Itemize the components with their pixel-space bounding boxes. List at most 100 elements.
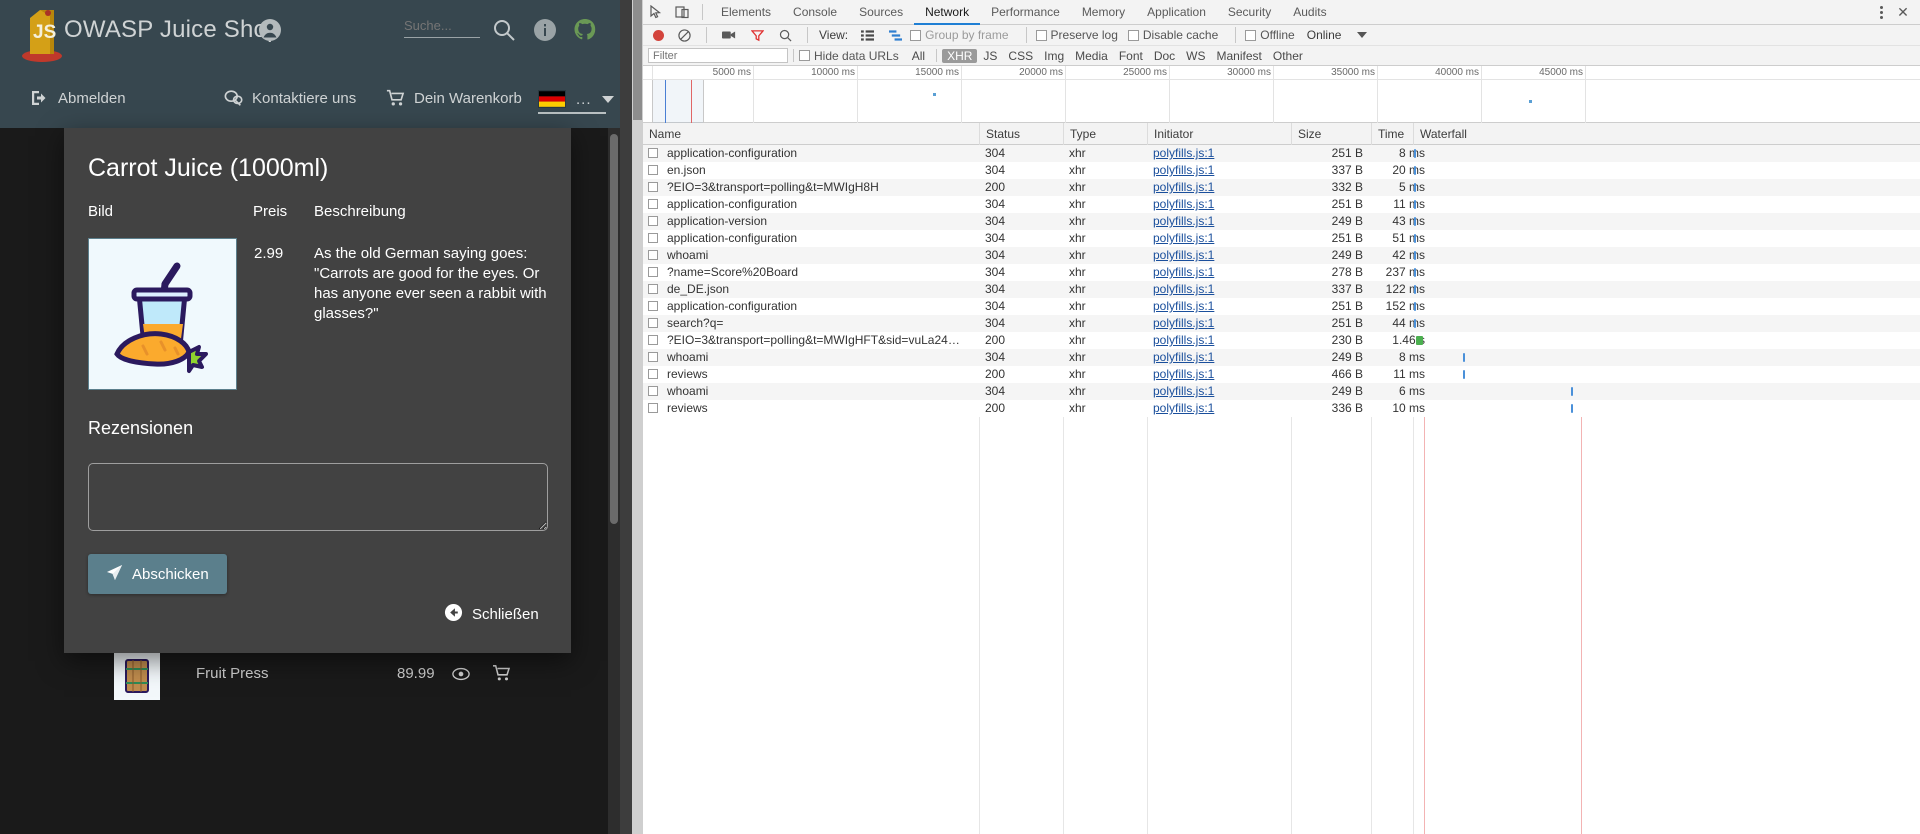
cell-initiator[interactable]: polyfills.js:1 xyxy=(1147,400,1287,417)
tab-elements[interactable]: Elements xyxy=(710,0,782,25)
submit-review-button[interactable]: Abschicken xyxy=(88,554,227,594)
tab-application[interactable]: Application xyxy=(1136,0,1217,25)
table-row[interactable]: de_DE.json 304 xhr polyfills.js:1 337 B 122 m… xyxy=(643,281,1920,298)
column-header-time[interactable]: Time xyxy=(1371,123,1413,145)
tab-console[interactable]: Console xyxy=(782,0,848,25)
search-icon[interactable] xyxy=(772,23,798,47)
camera-icon[interactable] xyxy=(716,23,742,47)
page-scrollbar-thumb[interactable] xyxy=(633,0,642,120)
column-header-size[interactable]: Size xyxy=(1291,123,1371,145)
page-scrollbar[interactable] xyxy=(632,0,643,834)
record-icon[interactable] xyxy=(653,29,664,41)
filter-type-manifest[interactable]: Manifest xyxy=(1212,49,1267,63)
eye-icon[interactable] xyxy=(452,665,470,683)
table-row[interactable]: whoami 304 xhr polyfills.js:1 249 B8 ms xyxy=(643,349,1920,366)
table-row[interactable]: ?EIO=3&transport=polling&t=MWIgH8H 200 xhr… xyxy=(643,179,1920,196)
cell-initiator[interactable]: polyfills.js:1 xyxy=(1147,196,1287,213)
cell-initiator[interactable]: polyfills.js:1 xyxy=(1147,315,1287,332)
cell-initiator[interactable]: polyfills.js:1 xyxy=(1147,298,1287,315)
tab-sources[interactable]: Sources xyxy=(848,0,914,25)
throttling-value[interactable]: Online xyxy=(1307,28,1342,42)
add-to-cart-icon[interactable] xyxy=(492,664,512,684)
column-header-initiator[interactable]: Initiator xyxy=(1147,123,1291,145)
tab-network[interactable]: Network xyxy=(914,0,980,25)
filter-type-js[interactable]: JS xyxy=(978,49,1002,63)
filter-type-all[interactable]: All xyxy=(907,49,930,63)
table-row[interactable]: reviews 200 xhr polyfills.js:1 466 B 11 ms xyxy=(643,366,1920,383)
table-row[interactable]: whoami 304 xhr polyfills.js:1 249 B 42 ms xyxy=(643,247,1920,264)
table-row[interactable]: reviews 200 xhr polyfills.js:1 336 B 10 ms xyxy=(643,400,1920,417)
filter-type-font[interactable]: Font xyxy=(1114,49,1148,63)
close-dialog-button[interactable]: Schließen xyxy=(428,594,555,634)
cell-initiator[interactable]: polyfills.js:1 xyxy=(1147,349,1287,366)
cell-initiator[interactable]: polyfills.js:1 xyxy=(1147,332,1287,349)
cell-initiator[interactable]: polyfills.js:1 xyxy=(1147,179,1287,196)
cell-initiator[interactable]: polyfills.js:1 xyxy=(1147,145,1287,162)
table-row[interactable]: application-configuration 304 xhr polyfills… xyxy=(643,298,1920,315)
waterfall-view-icon[interactable] xyxy=(882,23,908,47)
filter-input[interactable] xyxy=(648,48,788,63)
nav-cart[interactable]: Dein Warenkorb xyxy=(386,88,522,108)
app-scrollbar-thumb[interactable] xyxy=(610,134,618,524)
filter-type-css[interactable]: CSS xyxy=(1003,49,1038,63)
group-by-frame-checkbox[interactable]: Group by frame xyxy=(910,28,1009,42)
column-header-type[interactable]: Type xyxy=(1063,123,1147,145)
search-input[interactable] xyxy=(404,18,480,38)
tab-security[interactable]: Security xyxy=(1217,0,1282,25)
network-overview-timeline[interactable]: 5000 ms 10000 ms 15000 ms 20000 ms 25000… xyxy=(643,66,1920,123)
table-row[interactable]: ?name=Score%20Board 304 xhr polyfills.js:1 2… xyxy=(643,264,1920,281)
nav-logout[interactable]: Abmelden xyxy=(30,88,126,108)
table-row[interactable]: application-configuration 304 xhr polyfills… xyxy=(643,196,1920,213)
table-row[interactable]: application-configuration 304 xhr polyfills… xyxy=(643,230,1920,247)
filter-type-doc[interactable]: Doc xyxy=(1149,49,1180,63)
chevron-down-icon[interactable] xyxy=(1357,32,1368,38)
cell-initiator[interactable]: polyfills.js:1 xyxy=(1147,366,1287,383)
clear-icon[interactable] xyxy=(671,23,697,47)
github-icon[interactable] xyxy=(573,18,597,42)
filter-type-media[interactable]: Media xyxy=(1070,49,1113,63)
table-row[interactable]: whoami 304 xhr polyfills.js:1 249 B6 ms xyxy=(643,383,1920,400)
language-selector[interactable]: ... xyxy=(538,90,614,108)
disable-cache-checkbox[interactable]: Disable cache xyxy=(1127,28,1218,42)
filter-type-ws[interactable]: WS xyxy=(1181,49,1210,63)
table-row[interactable]: en.json 304 xhr polyfills.js:1 337 B 20 ms xyxy=(643,162,1920,179)
cell-initiator[interactable]: polyfills.js:1 xyxy=(1147,264,1287,281)
table-row[interactable]: application-version 304 xhr polyfills.js:1 2… xyxy=(643,213,1920,230)
account-icon[interactable] xyxy=(258,18,282,42)
review-textarea[interactable] xyxy=(88,463,548,531)
tab-audits[interactable]: Audits xyxy=(1282,0,1337,25)
filter-type-other[interactable]: Other xyxy=(1268,49,1308,63)
device-toolbar-icon[interactable] xyxy=(669,0,695,24)
table-row[interactable]: application-configuration 304 xhr polyfills… xyxy=(643,145,1920,162)
tab-memory[interactable]: Memory xyxy=(1071,0,1136,25)
inspect-element-icon[interactable] xyxy=(643,0,669,24)
cell-initiator[interactable]: polyfills.js:1 xyxy=(1147,162,1287,179)
app-scrollbar[interactable] xyxy=(608,128,620,834)
filter-type-img[interactable]: Img xyxy=(1039,49,1069,63)
filter-type-xhr[interactable]: XHR xyxy=(942,48,978,63)
funnel-icon[interactable] xyxy=(744,23,770,47)
info-icon[interactable] xyxy=(533,18,557,42)
table-row[interactable]: search?q= 304 xhr polyfills.js:1 251 B 44 ms xyxy=(643,315,1920,332)
search-icon[interactable] xyxy=(492,18,516,42)
cell-initiator[interactable]: polyfills.js:1 xyxy=(1147,230,1287,247)
tab-performance[interactable]: Performance xyxy=(980,0,1071,25)
kebab-menu-icon[interactable] xyxy=(1870,1,1892,23)
column-header-status[interactable]: Status xyxy=(979,123,1063,145)
offline-checkbox[interactable]: Offline xyxy=(1245,28,1295,42)
network-request-list[interactable]: application-configuration 304 xhr polyfills… xyxy=(643,145,1920,834)
cell-initiator[interactable]: polyfills.js:1 xyxy=(1147,247,1287,264)
close-icon[interactable]: ✕ xyxy=(1892,1,1914,23)
hide-data-urls-checkbox[interactable]: Hide data URLs xyxy=(799,49,899,63)
cell-initiator[interactable]: polyfills.js:1 xyxy=(1147,281,1287,298)
table-row[interactable]: ?EIO=3&transport=polling&t=MWIgHFT&sid=v… xyxy=(643,332,1920,349)
column-header-waterfall[interactable]: Waterfall xyxy=(1413,123,1920,145)
cell-initiator[interactable]: polyfills.js:1 xyxy=(1147,213,1287,230)
cell-initiator[interactable]: polyfills.js:1 xyxy=(1147,383,1287,400)
product-image[interactable] xyxy=(88,238,237,390)
column-header-name[interactable]: Name xyxy=(643,123,979,145)
background-product-row[interactable]: Fruit Press 89.99 xyxy=(100,646,620,701)
preserve-log-checkbox[interactable]: Preserve log xyxy=(1035,28,1118,42)
list-view-icon[interactable] xyxy=(854,23,880,47)
nav-contact[interactable]: Kontaktiere uns xyxy=(224,88,356,108)
